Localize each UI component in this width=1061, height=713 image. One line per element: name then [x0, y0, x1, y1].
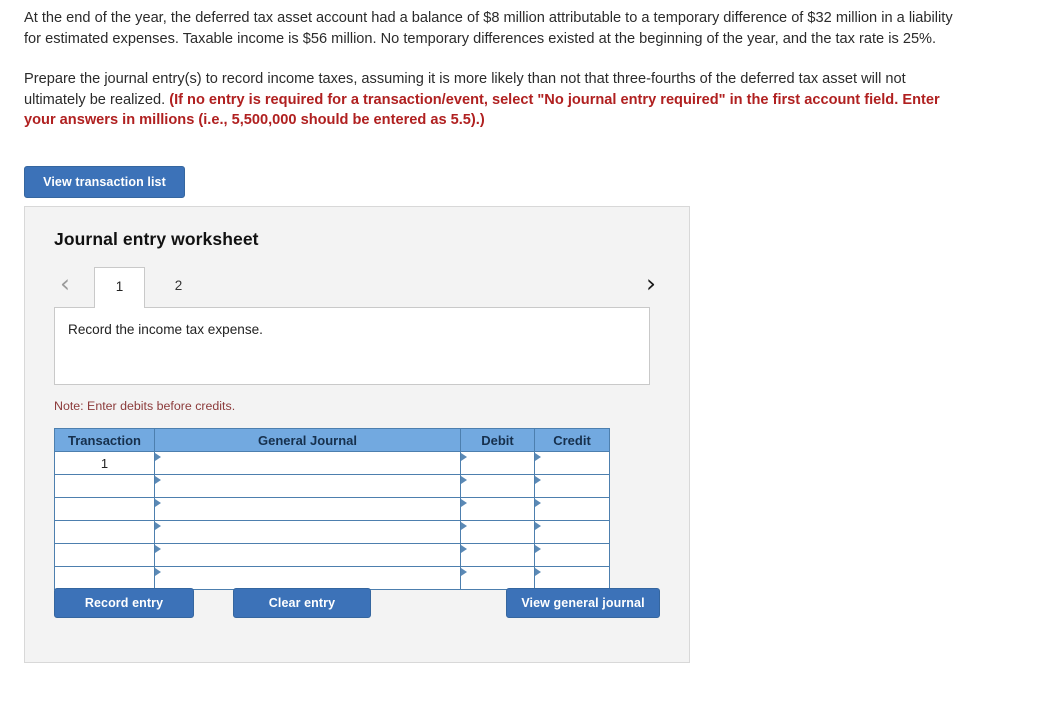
clear-entry-button[interactable]: Clear entry	[233, 588, 371, 618]
dropdown-marker-icon	[535, 545, 541, 553]
column-header-general-journal: General Journal	[154, 428, 461, 452]
dropdown-marker-icon	[535, 476, 541, 484]
chevron-right-icon[interactable]: ›	[640, 270, 662, 300]
dropdown-marker-icon	[461, 522, 467, 530]
cell-debit[interactable]	[460, 543, 535, 567]
cell-debit[interactable]	[460, 451, 535, 475]
dropdown-marker-icon	[535, 568, 541, 576]
debits-before-credits-note: Note: Enter debits before credits.	[54, 399, 236, 413]
dropdown-marker-icon	[155, 453, 161, 461]
cell-credit[interactable]	[534, 474, 610, 498]
cell-debit[interactable]	[460, 566, 535, 590]
worksheet-tab-strip: ‹ 1 2 ›	[54, 263, 662, 308]
cell-general-journal[interactable]	[154, 543, 461, 567]
problem-paragraph-1: At the end of the year, the deferred tax…	[24, 10, 953, 47]
cell-transaction[interactable]	[54, 520, 155, 544]
chevron-left-icon[interactable]: ‹	[54, 270, 76, 300]
cell-transaction[interactable]	[54, 566, 155, 590]
tab-1[interactable]: 1	[94, 267, 145, 308]
dropdown-marker-icon	[155, 568, 161, 576]
journal-table-header-row: Transaction General Journal Debit Credit	[54, 428, 610, 452]
cell-credit[interactable]	[534, 520, 610, 544]
dropdown-marker-icon	[461, 545, 467, 553]
table-row	[54, 543, 610, 567]
journal-table-head: Transaction General Journal Debit Credit	[54, 428, 610, 452]
cell-transaction[interactable]	[54, 474, 155, 498]
cell-general-journal[interactable]	[154, 474, 461, 498]
cell-transaction[interactable]	[54, 543, 155, 567]
cell-credit[interactable]	[534, 566, 610, 590]
journal-entry-worksheet-panel: Journal entry worksheet ‹ 1 2 › Record t…	[24, 206, 690, 663]
cell-credit[interactable]	[534, 543, 610, 567]
dropdown-marker-icon	[535, 453, 541, 461]
cell-debit[interactable]	[460, 520, 535, 544]
dropdown-marker-icon	[461, 499, 467, 507]
view-general-journal-button[interactable]: View general journal	[506, 588, 660, 618]
problem-paragraph-2: Prepare the journal entry(s) to record i…	[24, 69, 959, 131]
cell-credit[interactable]	[534, 451, 610, 475]
cell-transaction[interactable]	[54, 497, 155, 521]
table-row	[54, 474, 610, 498]
column-header-debit: Debit	[460, 428, 535, 452]
problem-statement: At the end of the year, the deferred tax…	[24, 8, 959, 131]
entry-description-text: Record the income tax expense.	[68, 322, 263, 337]
dropdown-marker-icon	[155, 545, 161, 553]
cell-debit[interactable]	[460, 497, 535, 521]
table-row	[54, 497, 610, 521]
journal-table-body: 1	[54, 451, 610, 590]
record-entry-button[interactable]: Record entry	[54, 588, 194, 618]
dropdown-marker-icon	[535, 499, 541, 507]
tab-2[interactable]: 2	[153, 267, 204, 308]
column-header-credit: Credit	[534, 428, 610, 452]
view-transaction-list-button[interactable]: View transaction list	[24, 166, 185, 198]
cell-debit[interactable]	[460, 474, 535, 498]
dropdown-marker-icon	[155, 476, 161, 484]
cell-general-journal[interactable]	[154, 566, 461, 590]
cell-general-journal[interactable]	[154, 497, 461, 521]
table-row	[54, 566, 610, 590]
dropdown-marker-icon	[155, 499, 161, 507]
dropdown-marker-icon	[461, 568, 467, 576]
table-row	[54, 520, 610, 544]
dropdown-marker-icon	[155, 522, 161, 530]
column-header-transaction: Transaction	[54, 428, 155, 452]
dropdown-marker-icon	[535, 522, 541, 530]
dropdown-marker-icon	[461, 476, 467, 484]
worksheet-title: Journal entry worksheet	[54, 229, 259, 249]
cell-transaction[interactable]: 1	[54, 451, 155, 475]
table-row: 1	[54, 451, 610, 475]
cell-general-journal[interactable]	[154, 451, 461, 475]
cell-credit[interactable]	[534, 497, 610, 521]
entry-description-box: Record the income tax expense.	[54, 307, 650, 385]
cell-general-journal[interactable]	[154, 520, 461, 544]
journal-entry-table: Transaction General Journal Debit Credit…	[54, 428, 610, 590]
dropdown-marker-icon	[461, 453, 467, 461]
